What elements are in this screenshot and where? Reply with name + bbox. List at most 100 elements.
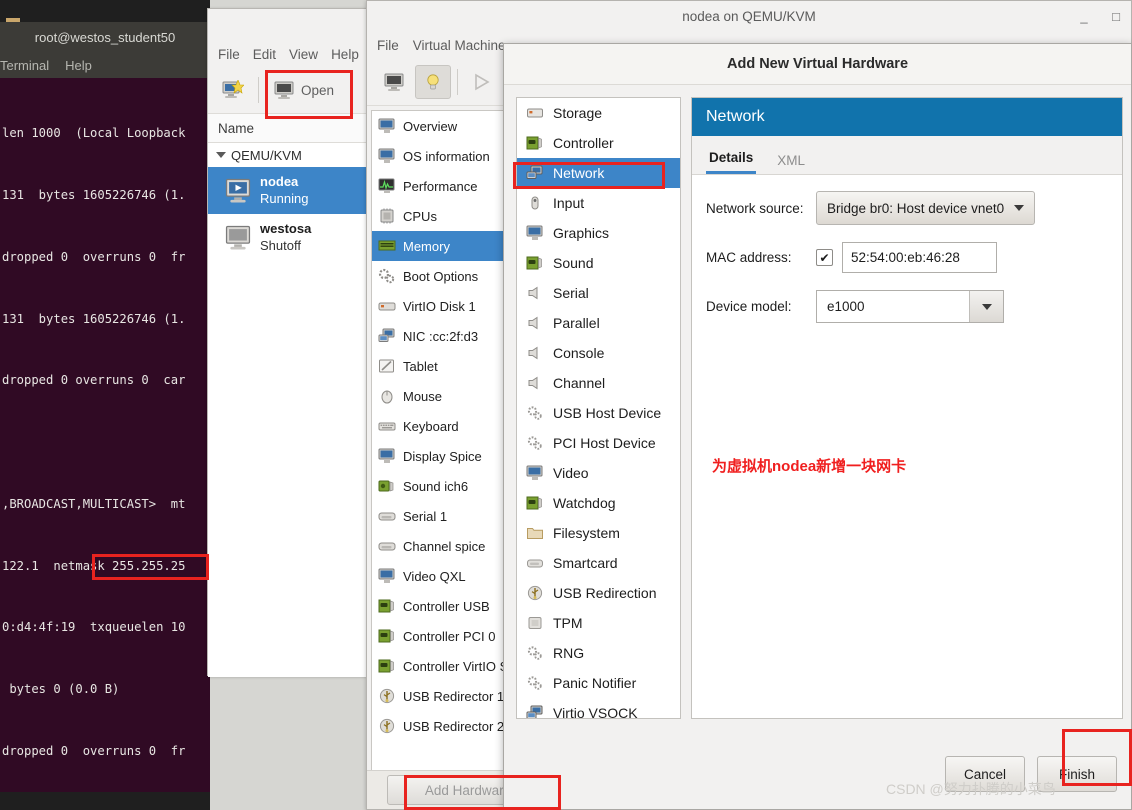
device-item-smartcard[interactable]: Smartcard	[517, 548, 680, 578]
hw-item-memory[interactable]: Memory	[372, 231, 514, 261]
hw-item-label: Controller USB	[403, 598, 490, 614]
vm-shutoff-icon	[225, 225, 251, 249]
usb-icon	[379, 688, 395, 704]
device-item-parallel[interactable]: Parallel	[517, 308, 680, 338]
show-console-button[interactable]	[377, 66, 411, 98]
input-device-icon	[531, 196, 539, 210]
vmm-connection-row[interactable]: QEMU/KVM	[208, 143, 366, 167]
device-item-channel[interactable]: Channel	[517, 368, 680, 398]
hw-item-mouse[interactable]: Mouse	[372, 381, 514, 411]
hw-item-controller-virtio-serial[interactable]: Controller VirtIO Serial	[372, 651, 514, 681]
vmm-vm-row-nodea[interactable]: nodea Running	[208, 167, 366, 214]
hw-item-sound-ich6[interactable]: Sound ich6	[372, 471, 514, 501]
terminal-menubar[interactable]: Terminal Help	[0, 52, 210, 78]
vm-details-menu-file[interactable]: File	[377, 38, 399, 53]
device-item-sound[interactable]: Sound	[517, 248, 680, 278]
tab-details[interactable]: Details	[706, 150, 757, 174]
virt-manager-window[interactable]: File Edit View Help Open Name QEMU/KVM n…	[207, 8, 367, 677]
device-item-label: Graphics	[553, 225, 610, 241]
device-item-input[interactable]: Input	[517, 188, 680, 218]
hw-item-virtio-disk-1[interactable]: VirtIO Disk 1	[372, 291, 514, 321]
vmm-menu-edit[interactable]: Edit	[253, 47, 276, 62]
hw-item-nic[interactable]: NIC :cc:2f:d3	[372, 321, 514, 351]
maximize-icon[interactable]: □	[1109, 9, 1123, 24]
device-item-storage[interactable]: Storage	[517, 98, 680, 128]
mac-address-checkbox[interactable]: ✔	[816, 249, 833, 266]
hardware-type-list[interactable]: Storage Controller Network Input Graphic…	[516, 97, 681, 719]
open-button[interactable]: Open	[267, 74, 340, 106]
vm-row-text: westosa Shutoff	[260, 221, 311, 254]
device-item-controller[interactable]: Controller	[517, 128, 680, 158]
vmm-menu-file[interactable]: File	[218, 47, 240, 62]
device-item-rng[interactable]: RNG	[517, 638, 680, 668]
terminal-output[interactable]: len 1000 (Local Loopback 131 bytes 16052…	[0, 78, 210, 792]
device-item-network[interactable]: Network	[517, 158, 680, 188]
hw-item-usb-redirector-2[interactable]: USB Redirector 2	[372, 711, 514, 741]
device-model-dropdown[interactable]: e1000	[816, 290, 1004, 323]
network-card-icon	[526, 705, 543, 718]
terminal-top-strip	[0, 0, 210, 22]
device-item-panic-notifier[interactable]: Panic Notifier	[517, 668, 680, 698]
mouse-icon	[381, 390, 393, 404]
device-item-filesystem[interactable]: Filesystem	[517, 518, 680, 548]
show-details-button[interactable]	[415, 65, 451, 99]
network-form: Network source: Bridge br0: Host device …	[692, 175, 1122, 323]
folder-icon	[527, 528, 543, 539]
vm-hardware-list[interactable]: Overview OS information Performance CPUs…	[371, 110, 515, 806]
hw-item-channel-spice[interactable]: Channel spice	[372, 531, 514, 561]
hw-item-label: USB Redirector 2	[403, 718, 505, 734]
device-item-video[interactable]: Video	[517, 458, 680, 488]
device-model-row: Device model: e1000	[706, 290, 1108, 323]
device-item-virtio-vsock[interactable]: Virtio VSOCK	[517, 698, 680, 718]
device-item-watchdog[interactable]: Watchdog	[517, 488, 680, 518]
hw-item-os-information[interactable]: OS information	[372, 141, 514, 171]
vmm-menubar[interactable]: File Edit View Help	[208, 41, 366, 67]
hw-item-boot-options[interactable]: Boot Options	[372, 261, 514, 291]
hw-item-performance[interactable]: Performance	[372, 171, 514, 201]
vm-details-menu-virtual-machine[interactable]: Virtual Machine	[413, 38, 506, 53]
add-new-virtual-hardware-dialog[interactable]: Add New Virtual Hardware Storage Control…	[503, 43, 1132, 810]
minimize-icon[interactable]: _	[1077, 9, 1091, 24]
device-item-tpm[interactable]: TPM	[517, 608, 680, 638]
device-item-pci-host-device[interactable]: PCI Host Device	[517, 428, 680, 458]
hw-item-controller-pci[interactable]: Controller PCI 0	[372, 621, 514, 651]
tab-xml[interactable]: XML	[774, 153, 808, 174]
hw-item-serial-1[interactable]: Serial 1	[372, 501, 514, 531]
vm-state: Running	[260, 191, 309, 206]
terminal-menu-terminal[interactable]: Terminal	[0, 58, 49, 73]
vmm-menu-view[interactable]: View	[289, 47, 318, 62]
vm-row-text: nodea Running	[260, 174, 308, 207]
chevron-down-icon[interactable]	[216, 152, 226, 158]
device-item-serial[interactable]: Serial	[517, 278, 680, 308]
speaker-port-icon	[528, 376, 538, 390]
new-vm-button[interactable]	[216, 74, 250, 106]
vmm-vm-row-westosa[interactable]: westosa Shutoff	[208, 214, 366, 261]
hw-item-cpus[interactable]: CPUs	[372, 201, 514, 231]
vmm-toolbar[interactable]: Open	[208, 67, 366, 114]
device-item-usb-host-device[interactable]: USB Host Device	[517, 398, 680, 428]
hw-item-controller-usb[interactable]: Controller USB	[372, 591, 514, 621]
vmm-menu-help[interactable]: Help	[331, 47, 359, 62]
hw-item-tablet[interactable]: Tablet	[372, 351, 514, 381]
window-controls[interactable]: _ □	[1077, 1, 1123, 31]
gears-icon	[378, 268, 395, 284]
device-config-pane: Network Details XML Network source: Brid…	[691, 97, 1123, 719]
mac-address-input[interactable]: 52:54:00:eb:46:28	[842, 242, 997, 273]
vmm-vm-list[interactable]: QEMU/KVM nodea Running westosa Shutoff	[208, 143, 366, 677]
device-item-usb-redirection[interactable]: USB Redirection	[517, 578, 680, 608]
terminal-window[interactable]: root@westos_student50 Terminal Help len …	[0, 0, 210, 810]
run-vm-button[interactable]	[464, 66, 498, 98]
hw-item-video-qxl[interactable]: Video QXL	[372, 561, 514, 591]
vmm-column-header[interactable]: Name	[208, 114, 366, 143]
device-item-graphics[interactable]: Graphics	[517, 218, 680, 248]
device-item-console[interactable]: Console	[517, 338, 680, 368]
hw-item-keyboard[interactable]: Keyboard	[372, 411, 514, 441]
hw-item-usb-redirector-1[interactable]: USB Redirector 1	[372, 681, 514, 711]
pane-tabs[interactable]: Details XML	[692, 136, 1122, 175]
chevron-down-icon[interactable]	[969, 291, 1003, 322]
network-source-dropdown[interactable]: Bridge br0: Host device vnet0	[816, 191, 1036, 225]
hw-item-overview[interactable]: Overview	[372, 111, 514, 141]
terminal-line: dropped 0 overruns 0 car	[2, 373, 186, 388]
terminal-menu-help[interactable]: Help	[65, 58, 92, 73]
hw-item-display-spice[interactable]: Display Spice	[372, 441, 514, 471]
